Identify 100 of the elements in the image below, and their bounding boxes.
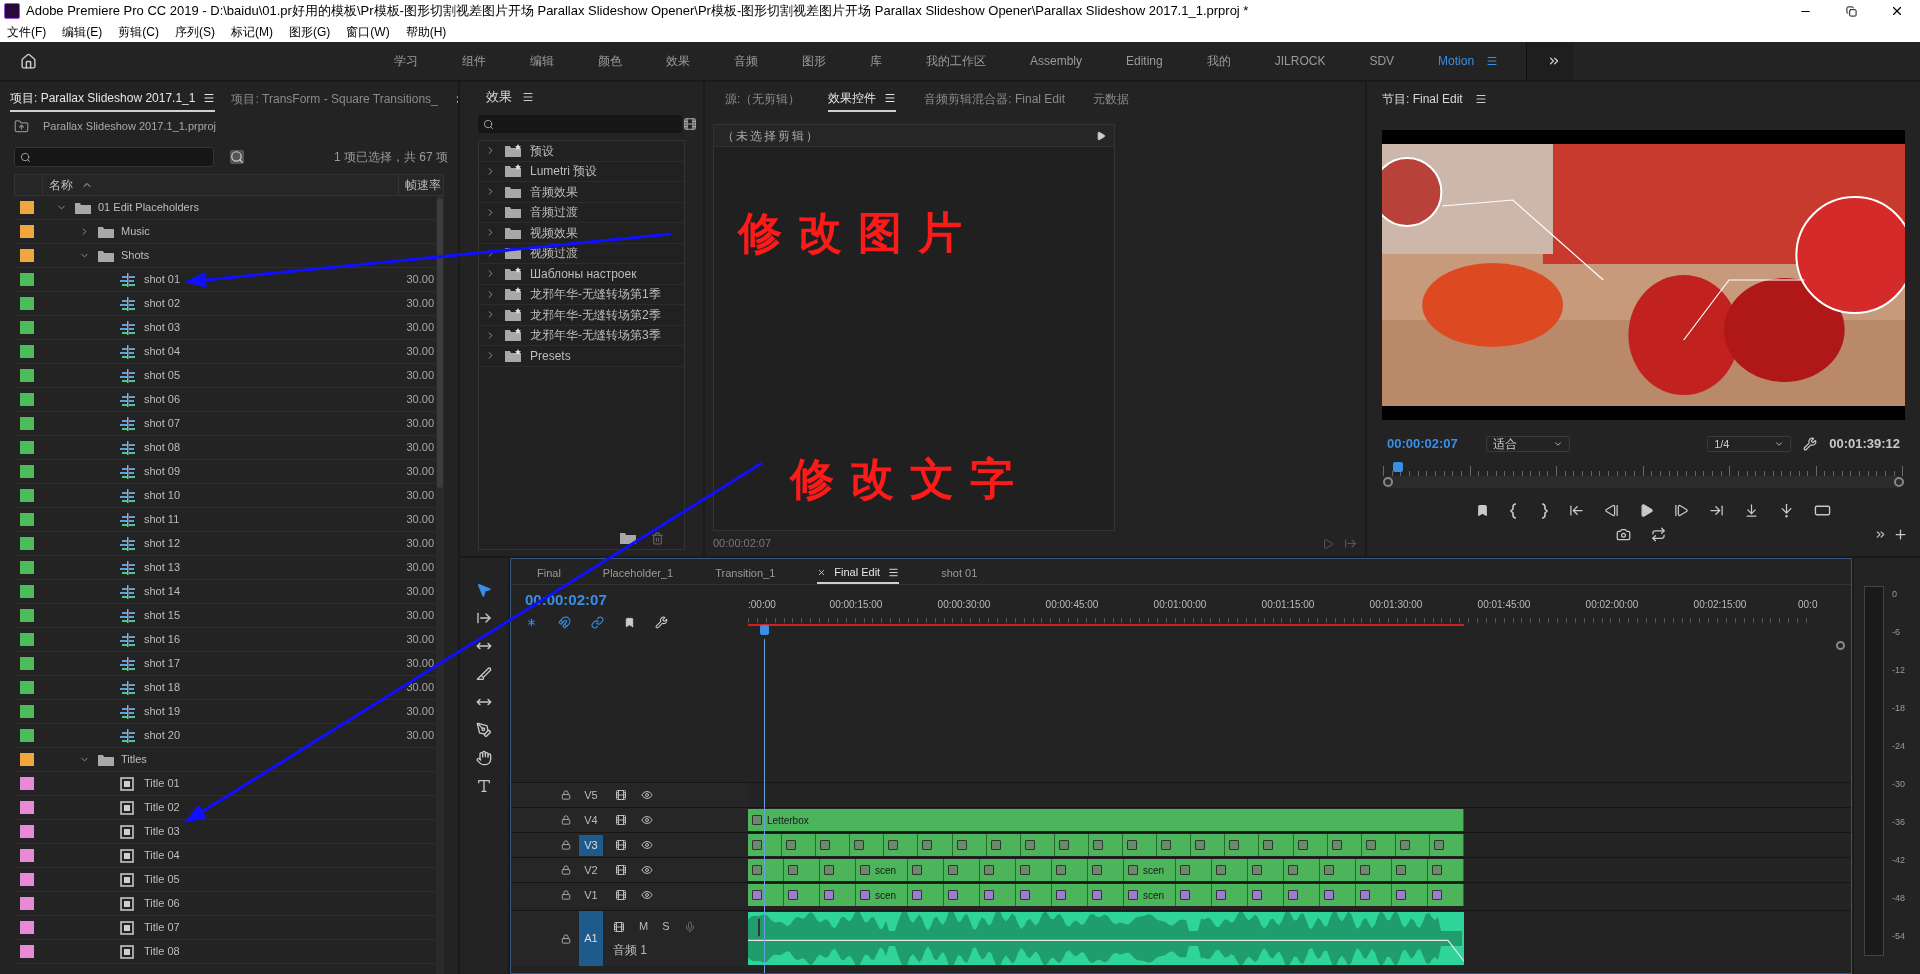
sequence-tab[interactable]: Transition_1 — [715, 562, 776, 584]
project-item-name[interactable]: shot 09 — [144, 463, 181, 480]
effect-folder-name[interactable]: Lumetri 预设 — [530, 162, 598, 181]
column-label[interactable]: 帧速率 — [398, 175, 443, 195]
panel-title[interactable]: 效果 — [486, 87, 512, 107]
track-name[interactable]: V3 — [579, 834, 603, 856]
project-item-name[interactable]: shot 02 — [144, 295, 181, 312]
sequence-tab[interactable]: Placeholder_1 — [602, 562, 674, 584]
workspace-tab[interactable]: SDV — [1347, 52, 1417, 70]
workspace-tab[interactable]: 库 — [848, 52, 904, 70]
workspace-tab[interactable]: 我的工作区 — [904, 52, 1008, 70]
workspace-tab[interactable]: 编辑 — [508, 52, 576, 70]
zoom-dropdown[interactable]: 适合 — [1485, 436, 1570, 452]
menu-item[interactable]: 帮助(H) — [405, 23, 447, 41]
menu-item[interactable]: 标记(M) — [231, 23, 273, 41]
effect-folder-name[interactable]: 音频效果 — [530, 182, 578, 201]
video-clip[interactable]: scen — [855, 859, 909, 881]
project-item-name[interactable]: shot 06 — [144, 391, 181, 408]
menu-item[interactable]: 窗口(W) — [346, 23, 390, 41]
panel-tab[interactable]: 元数据 — [1093, 86, 1130, 112]
menu-item[interactable]: 文件(F) — [7, 23, 47, 41]
project-item-name[interactable]: shot 16 — [144, 631, 181, 648]
track-name[interactable]: V1 — [579, 884, 603, 906]
workspace-tab[interactable]: 学习 — [372, 52, 440, 70]
panel-tab[interactable]: 源:（无剪辑） — [725, 86, 801, 112]
mute-toggle[interactable]: M — [639, 918, 649, 935]
panel-tab[interactable]: 项目: TransForm - Square Transitions_ — [231, 86, 438, 112]
menu-item[interactable]: 剪辑(C) — [118, 23, 159, 41]
project-item-name[interactable]: Shots — [121, 247, 150, 264]
project-item-name[interactable]: Music — [121, 223, 150, 240]
panel-tab[interactable]: 项目: Parallax Slideshow 2017.1_1 — [10, 86, 216, 112]
track-name[interactable]: A1 — [579, 911, 603, 966]
project-item-name[interactable]: shot 17 — [144, 655, 181, 672]
menu-item[interactable]: 编辑(E) — [62, 23, 103, 41]
sequence-tab[interactable]: Final Edit — [817, 562, 900, 584]
workspace-tab[interactable]: 颜色 — [576, 52, 644, 70]
project-item-name[interactable]: Title 01 — [144, 775, 180, 792]
track-name[interactable]: V5 — [579, 784, 603, 806]
workspace-tab[interactable]: 音频 — [712, 52, 780, 70]
workspace-tab[interactable]: Editing — [1104, 52, 1185, 70]
resolution-dropdown[interactable]: 1/4 — [1707, 436, 1792, 452]
video-clip[interactable]: scen — [1124, 884, 1177, 906]
workspace-tab[interactable]: Motion — [1416, 52, 1497, 70]
project-item-name[interactable]: Title 03 — [144, 823, 180, 840]
project-item-name[interactable]: shot 03 — [144, 319, 181, 336]
panel-title[interactable]: 节目: Final Edit — [1382, 90, 1463, 108]
track-name[interactable]: V2 — [579, 859, 603, 881]
menu-item[interactable]: 序列(S) — [175, 23, 215, 41]
video-clip[interactable]: scen — [855, 884, 909, 906]
workspace-tab[interactable]: Assembly — [1008, 52, 1104, 70]
column-label[interactable]: 名称 — [49, 176, 73, 194]
time-ruler[interactable]: :00:00 00:00:15:00 00:00:30:00 00:00:45:00 00:01:00:00 00:01:15:00 00:01:30:00 00:01:45:00 00:02:00:00 00:02:15:00 00:0 — [748, 585, 1829, 635]
effect-folder-name[interactable]: 龙邪年华-无缝转场第3季 — [530, 326, 661, 345]
effect-folder-name[interactable]: 龙邪年华-无缝转场第2季 — [530, 305, 661, 324]
project-item-name[interactable]: shot 11 — [144, 511, 180, 528]
project-item-name[interactable]: shot 18 — [144, 679, 181, 696]
frame-rate: 30.00 — [406, 344, 435, 360]
project-item-name[interactable]: Title 07 — [144, 919, 180, 936]
project-item-name[interactable]: Title 04 — [144, 847, 180, 864]
sequence-tab[interactable]: shot 01 — [941, 562, 978, 584]
panel-tab[interactable]: 音频剪辑混合器: Final Edit — [924, 86, 1066, 112]
effect-folder-name[interactable]: 视频效果 — [530, 223, 578, 242]
project-item-name[interactable]: shot 05 — [144, 367, 181, 384]
project-item-name[interactable]: Title 02 — [144, 799, 180, 816]
solo-toggle[interactable]: S — [662, 918, 670, 935]
project-item-name[interactable]: shot 07 — [144, 415, 181, 432]
project-item-name[interactable]: shot 20 — [144, 727, 181, 744]
workspace-tab[interactable]: 效果 — [644, 52, 712, 70]
menu-item[interactable]: 图形(G) — [289, 23, 331, 41]
panel-tab[interactable]: 效果控件 — [828, 86, 897, 112]
project-item-name[interactable]: 01 Edit Placeholders — [98, 199, 199, 216]
effect-folder-name[interactable]: 视频过渡 — [530, 244, 578, 263]
project-item-name[interactable]: Title 05 — [144, 871, 180, 888]
workspace-tab[interactable]: 我的 — [1184, 52, 1253, 70]
effect-folder-name[interactable]: 龙邪年华-无缝转场第1季 — [530, 285, 661, 304]
project-item-name[interactable]: shot 14 — [144, 583, 181, 600]
project-item-name[interactable]: shot 13 — [144, 559, 181, 576]
project-item-name[interactable]: shot 19 — [144, 703, 181, 720]
project-item-name[interactable]: Titles — [121, 751, 147, 768]
effect-folder-name[interactable]: 预设 — [530, 141, 554, 160]
video-clip[interactable]: scen — [1124, 859, 1177, 881]
project-item-name[interactable]: shot 04 — [144, 343, 181, 360]
effect-folder-name[interactable]: Шаблоны настроек — [530, 264, 637, 283]
track-name[interactable]: V4 — [579, 809, 603, 831]
project-item-name[interactable]: Title 08 — [144, 943, 180, 960]
project-item-name[interactable]: shot 01 — [144, 271, 181, 288]
project-item-name[interactable]: shot 15 — [144, 607, 181, 624]
workspace-tab[interactable]: JILROCK — [1252, 52, 1348, 70]
project-item-name[interactable]: shot 08 — [144, 439, 181, 456]
effect-folder-name[interactable]: Presets — [530, 346, 571, 365]
video-clip[interactable]: Letterbox — [748, 809, 1464, 831]
frame-rate: 30.00 — [406, 536, 435, 552]
project-item-name[interactable]: Title 06 — [144, 895, 180, 912]
workspace-tab[interactable]: 组件 — [440, 52, 508, 70]
current-timecode[interactable]: 00:00:02:07 — [1387, 434, 1458, 454]
project-item-name[interactable]: shot 12 — [144, 535, 181, 552]
effect-folder-name[interactable]: 音频过渡 — [530, 203, 578, 222]
workspace-tab[interactable]: 图形 — [780, 52, 848, 70]
sequence-tab[interactable]: Final — [537, 562, 561, 584]
project-item-name[interactable]: shot 10 — [144, 487, 181, 504]
